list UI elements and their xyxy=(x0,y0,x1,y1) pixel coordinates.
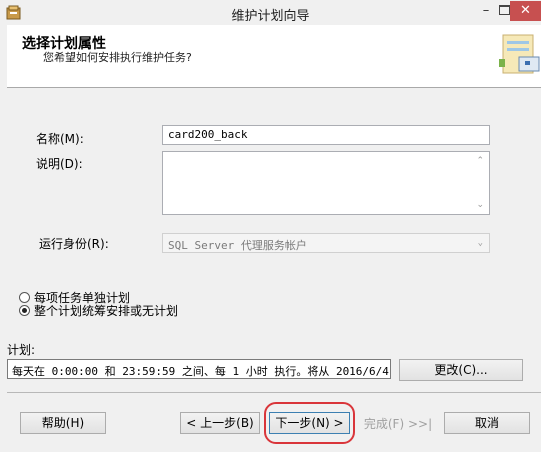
title-bar: 维护计划向导 – ✕ xyxy=(0,0,541,25)
maximize-icon xyxy=(498,5,510,15)
runas-select[interactable]: SQL Server 代理服务帐户 ⌄ xyxy=(162,233,490,253)
highlight-circle xyxy=(264,402,355,444)
wizard-graphic-icon xyxy=(499,34,540,74)
runas-label: 运行身份(R): xyxy=(39,237,109,251)
description-label: 说明(D): xyxy=(36,157,83,171)
back-button[interactable]: < 上一步(B) xyxy=(180,412,260,434)
footer-divider xyxy=(7,392,541,393)
close-button[interactable]: ✕ xyxy=(510,1,541,21)
schedule-field: 每天在 0:00:00 和 23:59:59 之间、每 1 小时 执行。将从 2… xyxy=(7,359,391,379)
help-button[interactable]: 帮助(H) xyxy=(20,412,106,434)
chevron-down-icon: ⌄ xyxy=(477,238,483,248)
scroll-down-icon[interactable]: ⌄ xyxy=(476,200,484,210)
change-schedule-button[interactable]: 更改(C)... xyxy=(399,359,523,381)
finish-button: 完成(F) >>| xyxy=(363,417,433,431)
window-title: 维护计划向导 xyxy=(231,9,310,24)
description-textarea[interactable]: ⌃ ⌄ xyxy=(162,151,490,215)
minimize-button[interactable]: – xyxy=(478,4,494,18)
wizard-header: 选择计划属性 您希望如何安排执行维护任务? xyxy=(7,25,541,88)
name-input[interactable]: card200_back xyxy=(162,125,490,145)
cancel-button[interactable]: 取消 xyxy=(444,412,530,434)
page-subtitle: 您希望如何安排执行维护任务? xyxy=(43,51,192,64)
name-label: 名称(M): xyxy=(36,132,84,146)
radio-single[interactable] xyxy=(19,305,30,316)
radio-single-option[interactable]: 整个计划统筹安排或无计划 xyxy=(19,302,178,319)
radio-single-label: 整个计划统筹安排或无计划 xyxy=(34,304,179,318)
scroll-up-icon[interactable]: ⌃ xyxy=(476,156,484,166)
runas-value: SQL Server 代理服务帐户 xyxy=(168,239,307,252)
schedule-label: 计划: xyxy=(7,343,36,357)
